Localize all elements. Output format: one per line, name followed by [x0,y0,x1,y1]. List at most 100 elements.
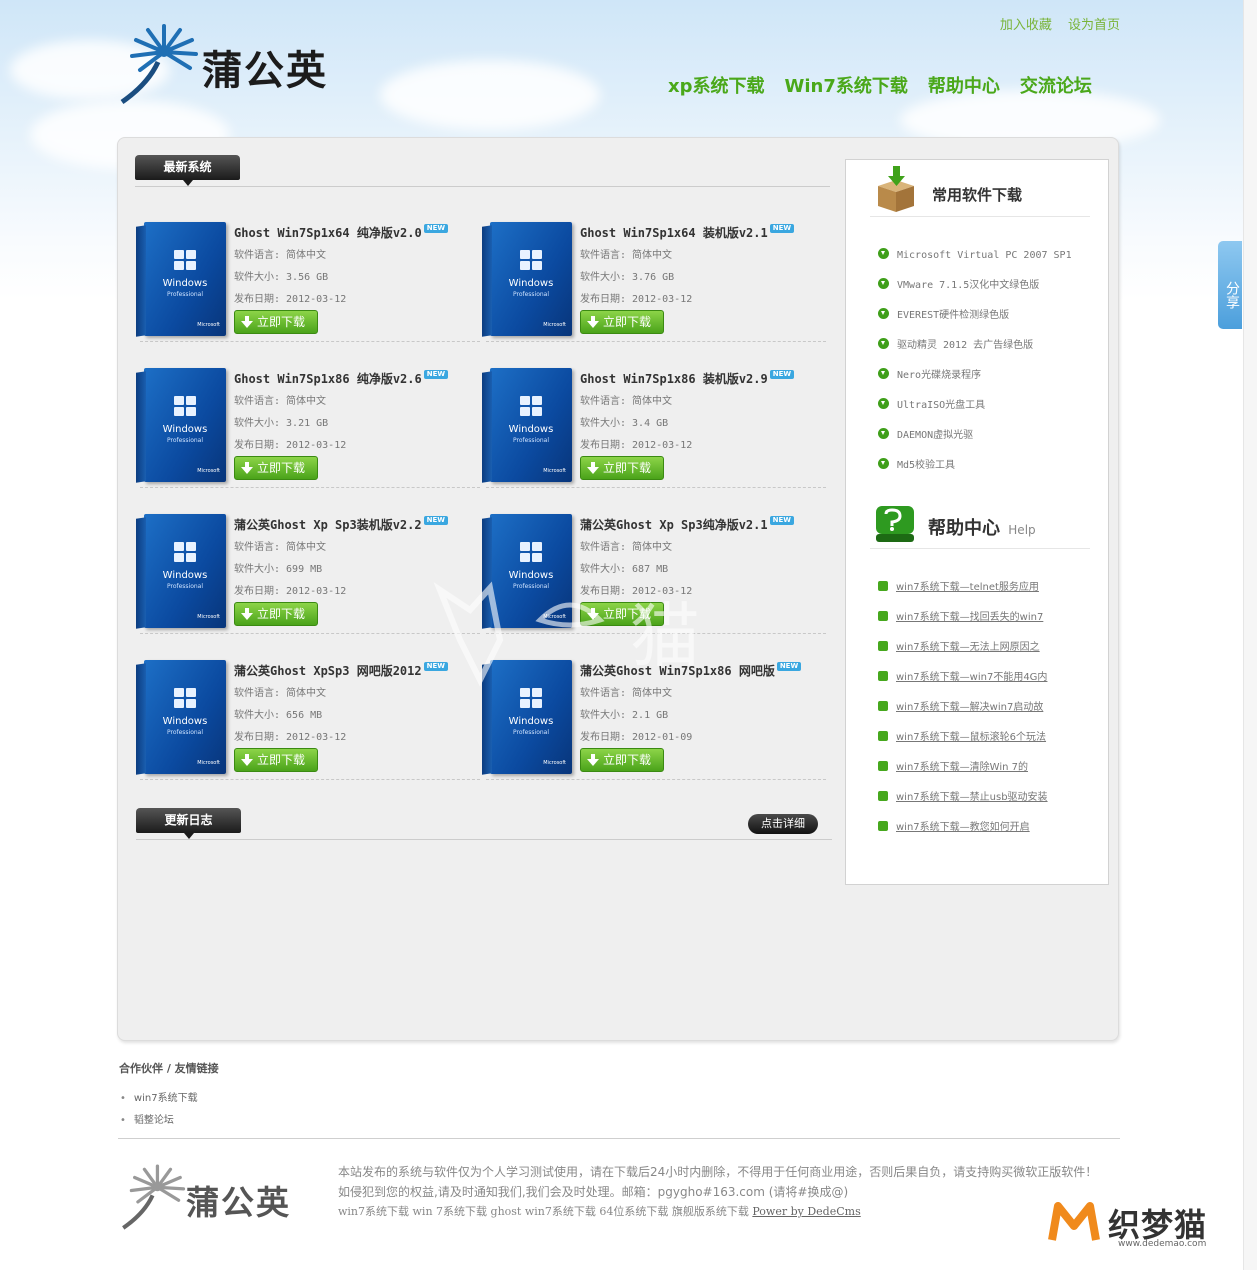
item-title-text[interactable]: Ghost Win7Sp1x64 纯净版v2.0 [234,226,422,240]
item-title-text[interactable]: Ghost Win7Sp1x86 纯净版v2.6 [234,372,422,386]
bullet-download-icon [878,308,889,319]
dedemao-logo[interactable]: 织梦猫 www.dedemao.com [1048,1198,1243,1258]
item-title-text[interactable]: Ghost Win7Sp1x86 装机版v2.9 [580,372,768,386]
download-button[interactable]: 立即下载 [234,748,318,772]
help-list-item[interactable]: win7系统下载—telnet服务应用 [878,578,1048,608]
item-title[interactable]: 蒲公英Ghost Xp Sp3纯净版v2.1 NEW [580,516,794,538]
section-tab-latest: 最新系统 [135,155,240,186]
windows-flag-icon [174,688,198,710]
help-item-label[interactable]: win7系统下载—清除Win 7的 [896,762,1028,773]
soft-list-item[interactable]: 驱动精灵 2012 去广告绿色版 [878,336,1072,366]
soft-list-item[interactable]: Nero光碟烧录程序 [878,366,1072,396]
soft-item-label[interactable]: EVEREST硬件检测绿色版 [897,310,1009,321]
help-item-label[interactable]: win7系统下载—win7不能用4G内 [896,672,1047,683]
help-item-label[interactable]: win7系统下载—禁止usb驱动安装 [896,792,1048,803]
nav-help-center[interactable]: 帮助中心 [928,72,1000,98]
detail-button[interactable]: 点击详细 [748,814,818,834]
system-item: Windows Professional Microsoft 蒲公英Ghost Xp … [140,488,480,634]
share-tab[interactable]: 分享 [1218,241,1242,329]
add-favorite-link[interactable]: 加入收藏 [1000,18,1052,33]
partner-link[interactable]: win7系统下载 [120,1088,198,1110]
nav-xp-download[interactable]: xp系统下载 [668,72,765,98]
box-maker: Microsoft [543,322,566,328]
dandelion-logo-icon [122,1164,186,1230]
soft-download-list: Microsoft Virtual PC 2007 SP1 VMware 7.1.… [878,246,1072,486]
item-title-text[interactable]: 蒲公英Ghost XpSp3 网吧版2012 [234,664,422,678]
soft-list-item[interactable]: DAEMON虚拟光驱 [878,426,1072,456]
item-title[interactable]: 蒲公英Ghost XpSp3 网吧版2012 NEW [234,662,448,684]
nav-forum[interactable]: 交流论坛 [1020,72,1092,98]
help-list-item[interactable]: win7系统下载—鼠标滚轮6个玩法 [878,728,1048,758]
box-brand: Windows [162,424,208,435]
item-language: 软件语言: 简体中文 [234,250,327,261]
soft-item-label[interactable]: Md5校验工具 [897,460,955,471]
windows-box-image[interactable]: Windows Professional Microsoft [144,514,226,628]
item-title[interactable]: Ghost Win7Sp1x64 装机版v2.1 NEW [580,224,795,246]
soft-item-label[interactable]: UltraISO光盘工具 [897,400,985,411]
help-item-label[interactable]: win7系统下载—解决win7启动故 [896,702,1043,713]
help-list-item[interactable]: win7系统下载—教您如何开启 [878,818,1048,848]
help-list-item[interactable]: win7系统下载—解决win7启动故 [878,698,1048,728]
nav-win7-download[interactable]: Win7系统下载 [785,72,908,98]
item-language: 软件语言: 简体中文 [234,542,327,553]
windows-box-image[interactable]: Windows Professional Microsoft [490,368,572,482]
help-list-item[interactable]: win7系统下载—无法上网原因之 [878,638,1048,668]
box-edition: Professional [512,437,550,444]
help-item-label[interactable]: win7系统下载—教您如何开启 [896,822,1030,833]
download-button[interactable]: 立即下载 [234,310,318,334]
bullet-square-icon [878,731,888,741]
box-edition: Professional [166,729,204,736]
help-item-label[interactable]: win7系统下载—telnet服务应用 [896,582,1039,593]
item-title[interactable]: Ghost Win7Sp1x64 纯净版v2.0 NEW [234,224,449,246]
site-logo[interactable]: 蒲公英 [118,22,348,106]
windows-box-image[interactable]: Windows Professional Microsoft [144,368,226,482]
item-date: 发布日期: 2012-03-12 [234,586,347,597]
soft-list-item[interactable]: VMware 7.1.5汉化中文绿色版 [878,276,1072,306]
windows-box-image[interactable]: Windows Professional Microsoft [144,222,226,336]
windows-box-image[interactable]: Windows Professional Microsoft [144,660,226,774]
help-item-label[interactable]: win7系统下载—无法上网原因之 [896,642,1040,653]
item-title[interactable]: Ghost Win7Sp1x86 装机版v2.9 NEW [580,370,795,392]
soft-item-label[interactable]: VMware 7.1.5汉化中文绿色版 [897,280,1039,291]
item-title-text[interactable]: Ghost Win7Sp1x64 装机版v2.1 [580,226,768,240]
scrollbar[interactable] [1243,0,1257,1270]
help-list-item[interactable]: win7系统下载—找回丢失的win7 [878,608,1048,638]
item-title-text[interactable]: 蒲公英Ghost Xp Sp3纯净版v2.1 [580,518,768,532]
soft-list-item[interactable]: EVEREST硬件检测绿色版 [878,306,1072,336]
download-button[interactable]: 立即下载 [580,456,664,480]
bullet-square-icon [878,791,888,801]
sidebar: 常用软件下载 Microsoft Virtual PC 2007 SP1 VMwa… [845,159,1109,885]
item-title[interactable]: Ghost Win7Sp1x86 纯净版v2.6 NEW [234,370,449,392]
download-button[interactable]: 立即下载 [580,748,664,772]
soft-item-label[interactable]: 驱动精灵 2012 去广告绿色版 [897,340,1033,351]
soft-item-label[interactable]: DAEMON虚拟光驱 [897,430,973,441]
section-divider [135,186,830,187]
power-by-link[interactable]: Power by DedeCms [752,1205,860,1218]
help-list-item[interactable]: win7系统下载—清除Win 7的 [878,758,1048,788]
soft-list-item[interactable]: Microsoft Virtual PC 2007 SP1 [878,246,1072,276]
set-homepage-link[interactable]: 设为首页 [1068,18,1120,33]
box-maker: Microsoft [197,760,220,766]
soft-item-label[interactable]: Microsoft Virtual PC 2007 SP1 [897,250,1072,261]
download-button[interactable]: 立即下载 [234,456,318,480]
download-button[interactable]: 立即下载 [234,602,318,626]
new-badge: NEW [423,516,448,525]
box-maker: Microsoft [197,322,220,328]
soft-item-label[interactable]: Nero光碟烧录程序 [897,370,981,381]
help-item-label[interactable]: win7系统下载—鼠标滚轮6个玩法 [896,732,1046,743]
item-title-text[interactable]: 蒲公英Ghost Xp Sp3装机版v2.2 [234,518,422,532]
system-item: Windows Professional Microsoft Ghost Win7Sp… [140,342,480,488]
download-button[interactable]: 立即下载 [580,310,664,334]
download-label: 立即下载 [257,753,306,767]
help-list-item[interactable]: win7系统下载—禁止usb驱动安装 [878,788,1048,818]
item-info: 蒲公英Ghost XpSp3 网吧版2012 NEW 软件语言: 简体中文 软件大小:… [234,662,448,750]
windows-box-image[interactable]: Windows Professional Microsoft [490,222,572,336]
help-item-label[interactable]: win7系统下载—找回丢失的win7 [896,612,1043,623]
help-list-item[interactable]: win7系统下载—win7不能用4G内 [878,668,1048,698]
soft-list-item[interactable]: Md5校验工具 [878,456,1072,486]
soft-list-item[interactable]: UltraISO光盘工具 [878,396,1072,426]
item-info: 蒲公英Ghost Xp Sp3装机版v2.2 NEW 软件语言: 简体中文 软件大小:… [234,516,448,604]
system-item: Windows Professional Microsoft Ghost Win7Sp… [486,342,826,488]
partner-link[interactable]: 韬整论坛 [120,1110,198,1132]
item-title[interactable]: 蒲公英Ghost Xp Sp3装机版v2.2 NEW [234,516,448,538]
